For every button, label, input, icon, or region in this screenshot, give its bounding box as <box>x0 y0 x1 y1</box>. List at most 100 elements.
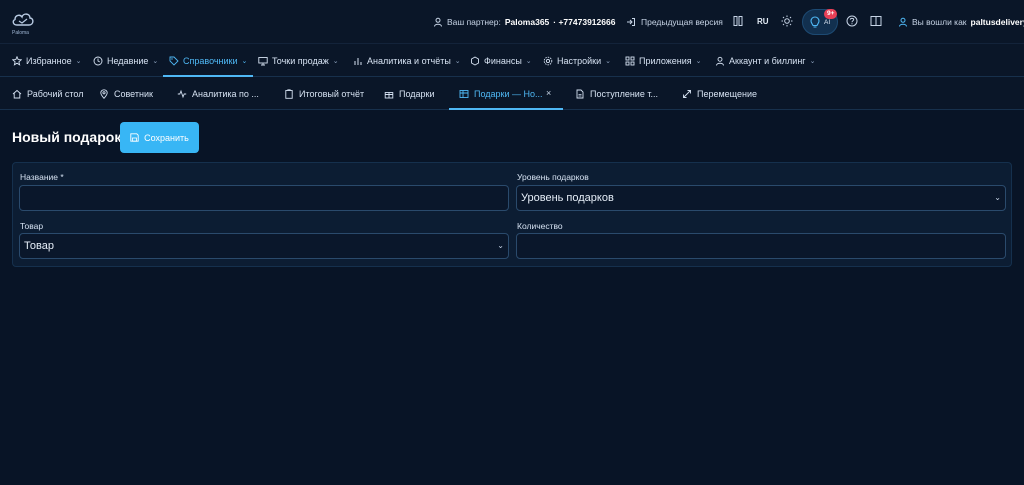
menu-settings[interactable]: Настройки ⌄ <box>543 44 611 77</box>
tab-transfer[interactable]: Перемещение <box>682 77 757 110</box>
move-icon <box>682 89 692 99</box>
menu-apps[interactable]: Приложения ⌄ <box>625 44 702 77</box>
menu-label: Точки продаж <box>272 55 329 66</box>
tab-label: Рабочий стол <box>27 88 84 99</box>
save-label: Сохранить <box>144 132 189 143</box>
sun-icon[interactable] <box>781 15 793 27</box>
gift-icon <box>384 89 394 99</box>
help-icon[interactable] <box>846 15 858 27</box>
activity-icon <box>177 89 187 99</box>
menu-label: Аккаунт и биллинг <box>729 55 806 66</box>
tab-summary-report[interactable]: Итоговый отчёт <box>284 77 364 110</box>
login-arrow-icon <box>626 17 636 27</box>
menu-label: Избранное <box>26 55 72 66</box>
grid-icon <box>625 56 635 66</box>
menu-favorites[interactable]: Избранное ⌄ <box>12 44 82 77</box>
product-select[interactable]: Товар ⌄ <box>19 233 509 259</box>
active-tab-indicator <box>449 108 563 110</box>
file-icon <box>575 89 585 99</box>
menu-label: Финансы <box>484 55 522 66</box>
chevron-down-icon: ⌄ <box>497 241 504 250</box>
chevron-down-icon: ⌄ <box>454 57 461 65</box>
gear-icon <box>543 56 553 66</box>
clock-icon <box>93 56 103 66</box>
notification-badge: 9+ <box>824 9 838 19</box>
lightbulb-icon <box>810 16 820 29</box>
tab-gifts[interactable]: Подарки <box>384 77 435 110</box>
user-label: Вы вошли как <box>912 17 967 27</box>
map-pin-icon <box>99 88 109 99</box>
tab-desktop[interactable]: Рабочий стол <box>12 77 84 110</box>
tab-label: Поступление т... <box>590 88 658 99</box>
tab-label: Подарки — Но... <box>474 88 543 99</box>
name-label: Название * <box>20 172 64 182</box>
chevron-down-icon: ⌄ <box>809 57 816 65</box>
tab-label: Советник <box>114 88 153 99</box>
bar-chart-icon <box>353 56 363 66</box>
quantity-label: Количество <box>517 221 563 231</box>
menu-label: Приложения <box>639 55 692 66</box>
product-label: Товар <box>20 221 44 231</box>
chevron-down-icon: ⌄ <box>241 57 248 65</box>
home-icon <box>12 89 22 99</box>
menu-finance[interactable]: Финансы ⌄ <box>470 44 532 77</box>
partner-info: Ваш партнер: Paloma365 · +77473912666 <box>433 17 615 27</box>
coin-icon <box>470 55 480 66</box>
previous-version-button[interactable]: Предыдущая версия <box>626 17 723 27</box>
ai-label: AI <box>824 19 831 26</box>
chevron-down-icon: ⌄ <box>75 57 82 65</box>
clipboard-icon <box>284 88 294 99</box>
save-button[interactable]: Сохранить <box>120 122 199 153</box>
tab-receipt[interactable]: Поступление т... <box>575 77 658 110</box>
menu-label: Справочники <box>183 55 238 66</box>
main-menu: Избранное ⌄ Недавние ⌄ Справочники ⌄ Точ… <box>0 44 1024 77</box>
tab-gifts-new[interactable]: Подарки — Но... <box>459 77 543 110</box>
chevron-down-icon: ⌄ <box>994 193 1001 202</box>
monitor-icon <box>258 56 268 66</box>
chevron-down-icon: ⌄ <box>332 57 339 65</box>
gift-level-value: Уровень подарков <box>521 192 614 204</box>
tab-analytics[interactable]: Аналитика по ... <box>177 77 259 110</box>
partner-label: Ваш партнер: <box>447 17 501 27</box>
menu-recent[interactable]: Недавние ⌄ <box>93 44 158 77</box>
partner-name: Paloma365 <box>504 17 550 27</box>
menu-points-of-sale[interactable]: Точки продаж ⌄ <box>258 44 339 77</box>
gift-level-select[interactable]: Уровень подарков ⌄ <box>516 185 1006 211</box>
sidebar-toggle-icon[interactable] <box>870 15 882 27</box>
gift-level-label: Уровень подарков <box>517 172 589 182</box>
tab-advisor[interactable]: Советник <box>99 77 153 110</box>
logo-text: Paloma <box>12 30 29 36</box>
menu-label: Недавние <box>107 55 149 66</box>
floppy-disk-icon <box>130 133 139 142</box>
previous-version-label: Предыдущая версия <box>641 17 723 27</box>
menu-directories[interactable]: Справочники ⌄ <box>162 44 254 77</box>
columns-icon[interactable] <box>732 15 744 27</box>
name-field[interactable] <box>19 185 509 211</box>
star-icon <box>12 55 22 66</box>
user-icon <box>715 56 725 66</box>
top-bar: Paloma Ваш партнер: Paloma365 · +7747391… <box>0 0 1024 44</box>
quantity-field[interactable] <box>516 233 1006 259</box>
menu-analytics[interactable]: Аналитика и отчёты ⌄ <box>353 44 461 77</box>
tab-label: Перемещение <box>697 88 757 99</box>
open-tabs-bar: Рабочий стол Советник Аналитика по ... И… <box>0 77 1024 110</box>
tab-label: Подарки <box>399 88 435 99</box>
menu-account-billing[interactable]: Аккаунт и биллинг ⌄ <box>715 44 815 77</box>
chevron-down-icon: ⌄ <box>152 57 159 65</box>
partner-phone: · +77473912666 <box>553 17 616 27</box>
menu-label: Настройки <box>557 55 602 66</box>
gift-form: Название * Уровень подарков Уровень пода… <box>12 162 1012 267</box>
tab-label: Аналитика по ... <box>192 88 259 99</box>
page-title: Новый подарок <box>12 129 122 145</box>
language-switch[interactable]: RU <box>757 17 769 26</box>
user-name: paltusdelivery <box>970 17 1024 27</box>
menu-label: Аналитика и отчёты <box>367 55 451 66</box>
close-icon[interactable]: × <box>546 88 551 98</box>
user-menu[interactable]: Вы вошли как paltusdelivery <box>898 17 1024 27</box>
user-icon <box>433 17 443 27</box>
table-icon <box>459 89 469 99</box>
user-icon <box>898 17 908 27</box>
product-value: Товар <box>24 240 54 252</box>
chevron-down-icon: ⌄ <box>525 57 532 65</box>
chevron-down-icon: ⌄ <box>695 57 702 65</box>
